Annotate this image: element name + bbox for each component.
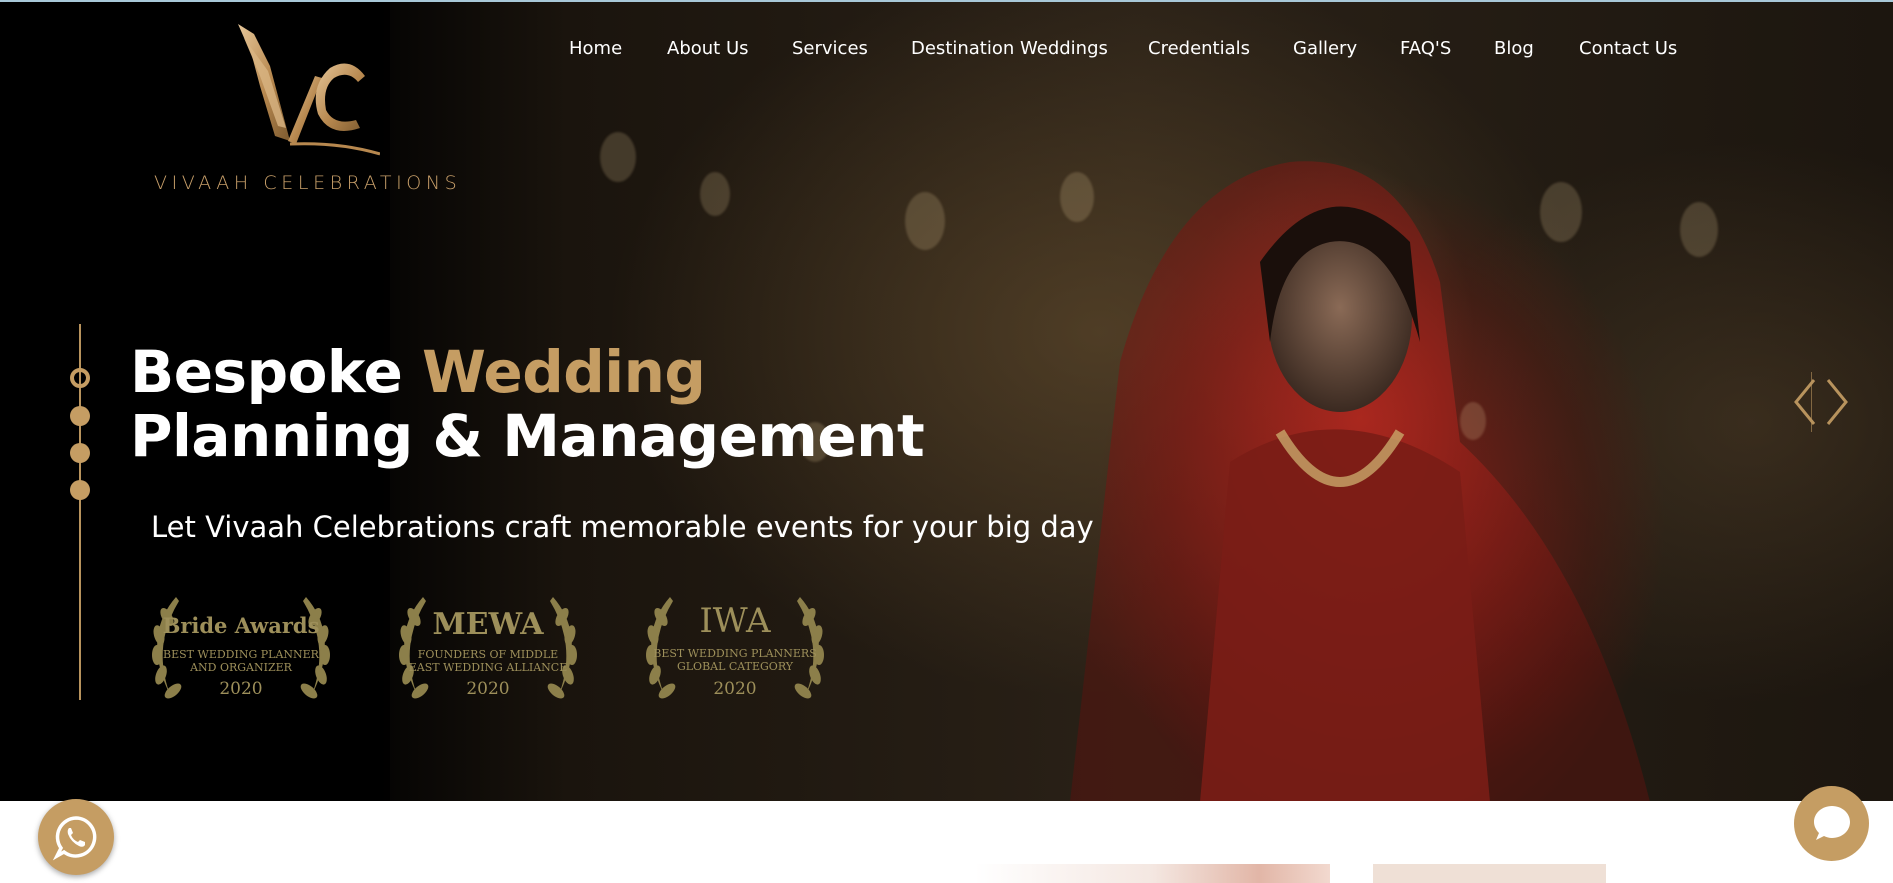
award-year: 2020 (466, 679, 510, 699)
award-title: MEWA (432, 607, 544, 642)
vc-monogram-icon (238, 24, 380, 156)
headline-text: Bespoke (130, 338, 422, 406)
hero-headline: Bespoke Wedding Planning & Management (130, 338, 925, 470)
content-image-preview (975, 864, 1330, 883)
award-badge-mewa: MEWA FOUNDERS OF MIDDLE EAST WEDDING ALL… (378, 587, 598, 707)
background-bokeh (600, 132, 636, 182)
award-subtitle: EAST WEDDING ALLIANCE (408, 661, 568, 674)
nav-item-gallery[interactable]: Gallery (1293, 38, 1357, 59)
hero-banner: VIVAAH CELEBRATIONS Home About Us Servic… (0, 2, 1893, 801)
headline-line-2: Planning & Management (130, 402, 925, 470)
slide-dot-4[interactable] (70, 480, 90, 500)
whatsapp-button[interactable] (38, 799, 114, 875)
background-bokeh (1680, 202, 1718, 257)
brand-name: VIVAAH CELEBRATIONS (154, 172, 462, 194)
award-badge-bride-awards: Bride Awards BEST WEDDING PLANNER AND OR… (131, 587, 351, 707)
background-bokeh (700, 172, 730, 216)
chevron-right-icon[interactable] (1822, 372, 1852, 432)
bride-photo-silhouette (1070, 161, 1650, 801)
nav-item-about-us[interactable]: About Us (667, 38, 749, 59)
nav-item-credentials[interactable]: Credentials (1148, 38, 1250, 59)
nav-item-contact-us[interactable]: Contact Us (1579, 38, 1677, 59)
hero-subheadline: Let Vivaah Celebrations craft memorable … (151, 510, 1094, 544)
award-title: Bride Awards (162, 613, 320, 638)
award-year: 2020 (713, 679, 757, 699)
slide-dot-2[interactable] (70, 406, 90, 426)
chat-bubble-icon (1814, 806, 1850, 840)
award-subtitle: BEST WEDDING PLANNER (163, 648, 319, 661)
award-badge-iwa: IWA BEST WEDDING PLANNERS GLOBAL CATEGOR… (625, 587, 845, 707)
award-subtitle: AND ORGANIZER (190, 661, 292, 674)
nav-item-home[interactable]: Home (569, 38, 622, 59)
nav-item-faqs[interactable]: FAQ'S (1400, 38, 1451, 59)
award-subtitle: FOUNDERS OF MIDDLE (417, 648, 559, 661)
brand-logo[interactable]: VIVAAH CELEBRATIONS (150, 16, 457, 196)
content-image-preview (1373, 864, 1606, 883)
headline-highlight: Wedding (421, 338, 706, 406)
slide-dot-3[interactable] (70, 443, 90, 463)
background-bokeh (905, 192, 945, 250)
slider-arrows (1790, 372, 1860, 432)
award-year: 2020 (219, 679, 263, 699)
slide-dot-1[interactable] (70, 368, 90, 388)
award-subtitle: GLOBAL CATEGORY (676, 660, 794, 673)
nav-item-services[interactable]: Services (792, 38, 868, 59)
chat-button[interactable] (1794, 786, 1869, 861)
whatsapp-icon (52, 816, 97, 861)
arrow-divider (1811, 372, 1812, 432)
award-title: IWA (699, 601, 771, 641)
nav-item-blog[interactable]: Blog (1494, 38, 1534, 59)
award-subtitle: BEST WEDDING PLANNERS (653, 647, 817, 660)
chevron-left-icon[interactable] (1790, 372, 1820, 432)
nav-item-destination-weddings[interactable]: Destination Weddings (911, 38, 1108, 59)
